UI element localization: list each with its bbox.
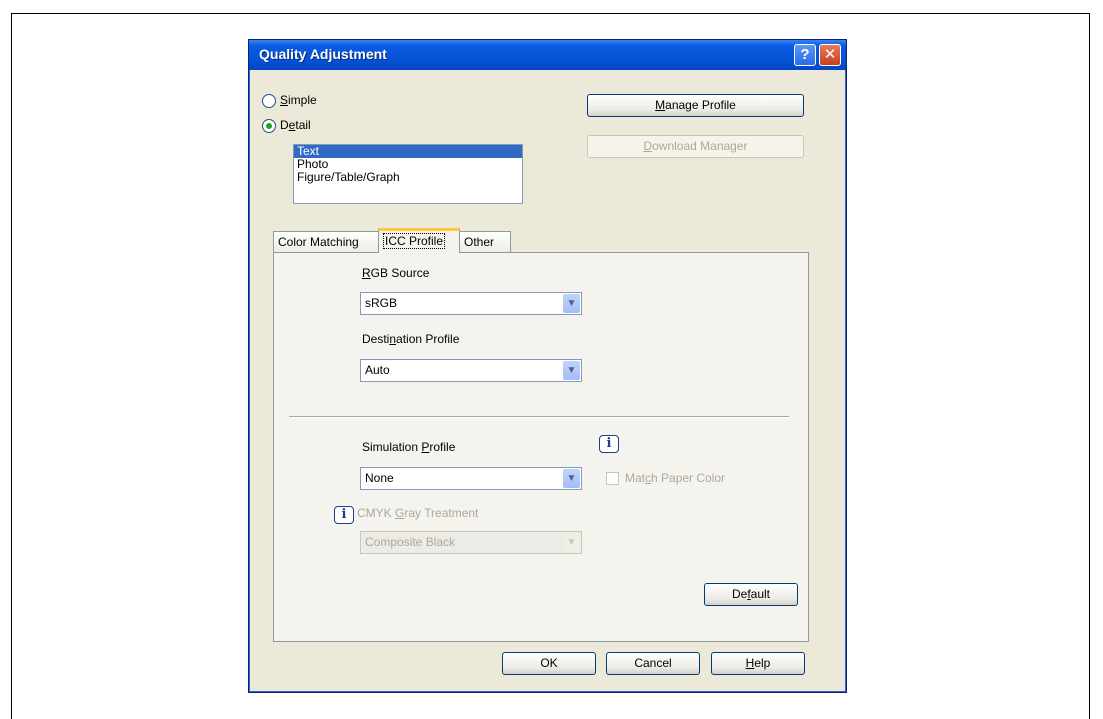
chevron-down-icon[interactable]: ▼ xyxy=(563,533,580,552)
list-item-figure[interactable]: Figure/Table/Graph xyxy=(294,171,522,184)
detail-radio[interactable] xyxy=(262,119,276,133)
info-icon[interactable]: i xyxy=(334,506,354,524)
rgb-source-label: RGB Source xyxy=(362,266,430,280)
download-manager-button[interactable]: Download Manager xyxy=(587,135,804,158)
match-paper-color-checkbox[interactable] xyxy=(606,472,619,485)
destination-profile-label: Destination Profile xyxy=(362,332,460,346)
dialog-title: Quality Adjustment xyxy=(259,46,387,62)
chevron-down-icon[interactable]: ▼ xyxy=(563,361,580,380)
tab-icc-profile[interactable]: ICC Profile xyxy=(378,228,460,253)
quality-adjustment-dialog: Quality Adjustment ? ✕ Simple Detail Tex… xyxy=(248,39,847,693)
simulation-profile-label: Simulation Profile xyxy=(362,440,456,454)
default-button[interactable]: Default xyxy=(704,583,798,606)
section-divider xyxy=(289,416,789,418)
detail-radio-label: Detail xyxy=(280,118,311,132)
simple-radio[interactable] xyxy=(262,94,276,108)
object-type-list[interactable]: Text Photo Figure/Table/Graph xyxy=(293,144,523,204)
close-icon[interactable]: ✕ xyxy=(819,44,841,66)
simulation-profile-select[interactable]: None ▼ xyxy=(360,467,582,490)
help-button[interactable]: Help xyxy=(711,652,805,675)
match-paper-color-label: Match Paper Color xyxy=(625,471,726,485)
ok-button[interactable]: OK xyxy=(502,652,596,675)
manage-profile-button[interactable]: Manage Profile xyxy=(587,94,804,117)
chevron-down-icon[interactable]: ▼ xyxy=(563,469,580,488)
tab-color-matching[interactable]: Color Matching xyxy=(273,231,379,253)
help-icon[interactable]: ? xyxy=(794,44,816,66)
cmyk-gray-treatment-select[interactable]: Composite Black ▼ xyxy=(360,531,582,554)
tab-other[interactable]: Other xyxy=(459,231,511,253)
info-icon[interactable]: i xyxy=(599,435,619,453)
list-item-text[interactable]: Text xyxy=(294,145,522,158)
cmyk-gray-treatment-label: CMYK Gray Treatment xyxy=(357,506,479,520)
rgb-source-select[interactable]: sRGB ▼ xyxy=(360,292,582,315)
destination-profile-select[interactable]: Auto ▼ xyxy=(360,359,582,382)
title-bar[interactable]: Quality Adjustment ? ✕ xyxy=(249,40,846,70)
simple-radio-label: Simple xyxy=(280,93,317,107)
cancel-button[interactable]: Cancel xyxy=(606,652,700,675)
chevron-down-icon[interactable]: ▼ xyxy=(563,294,580,313)
